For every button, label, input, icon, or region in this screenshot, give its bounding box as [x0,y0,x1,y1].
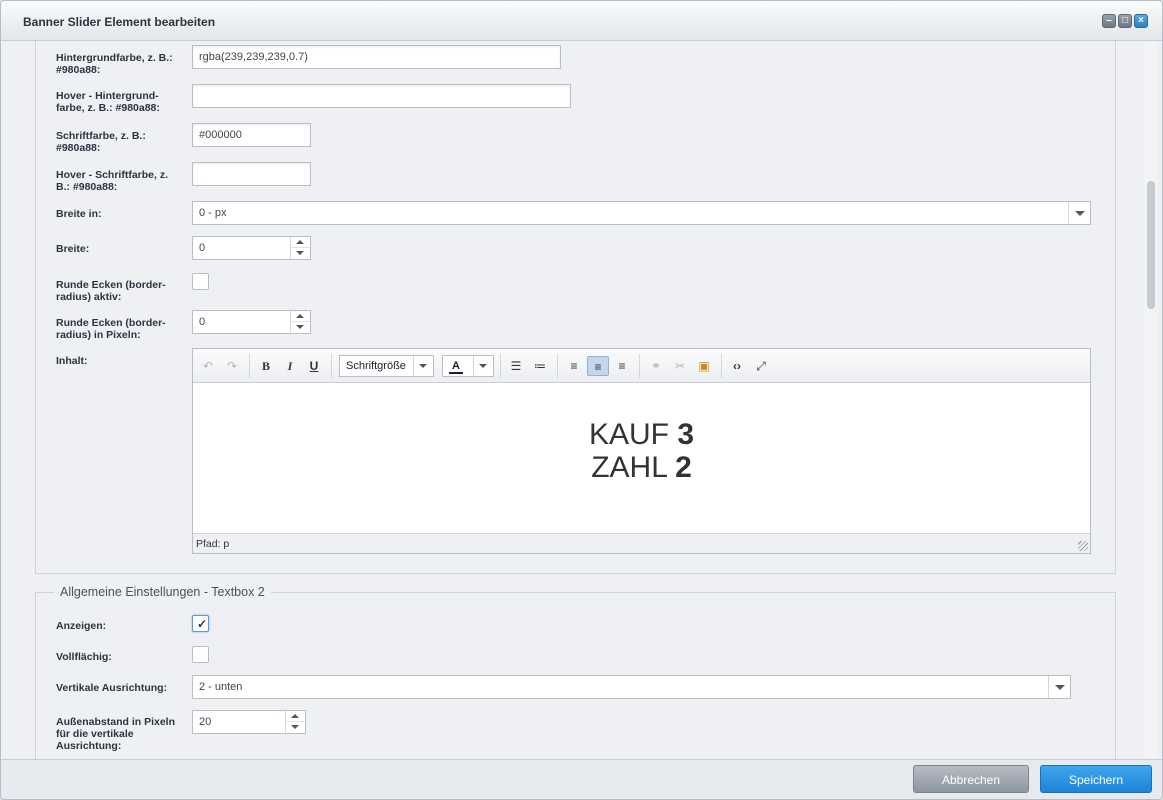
save-button[interactable]: Speichern [1040,765,1152,793]
dialog-window: Banner Slider Element bearbeiten – □ × H… [0,0,1163,800]
show-label: Anzeigen: [56,620,107,632]
increment-icon[interactable] [291,311,310,322]
show-checkbox[interactable]: ✓ [192,615,209,632]
toolbar-divider [500,354,501,378]
width-unit-select[interactable]: 0 - px [192,201,1091,225]
undo-icon[interactable]: ↶ [197,356,219,376]
toolbar-divider [249,354,250,378]
toolbar-divider [639,354,640,378]
underline-icon[interactable]: U [303,356,325,376]
margin-stepper[interactable]: 20 [192,710,306,734]
hover-bg-color-input[interactable] [192,84,571,108]
bold-icon[interactable]: B [255,356,277,376]
width-unit-value: 0 - px [199,207,227,219]
fullscreen-icon[interactable]: ⤢ [750,356,772,376]
scrollbar[interactable] [1144,41,1158,759]
align-left-icon[interactable]: ≡ [563,356,585,376]
rounded-active-label: Runde Ecken (border-radius) aktiv: [56,279,166,303]
text-color-select[interactable]: A [442,355,494,377]
image-icon[interactable]: ▣ [693,356,715,376]
full-area-label: Vollflächig: [56,651,112,663]
vertical-align-label: Vertikale Ausrichtung: [56,682,168,694]
title-bar[interactable]: Banner Slider Element bearbeiten – □ × [1,1,1162,41]
cancel-button[interactable]: Abbrechen [913,765,1029,793]
rounded-active-checkbox[interactable] [192,273,209,290]
toolbar-divider [721,354,722,378]
editor-line-1-text: KAUF [588,418,678,451]
editor-path: Pfad: p [196,538,230,550]
close-button[interactable]: × [1134,14,1148,28]
width-value: 0 [199,242,206,254]
bullet-list-icon[interactable]: ☰ [505,356,527,376]
editor-line-2: ZAHL 2 [193,451,1090,484]
minimize-icon: – [1106,15,1112,26]
margin-stepper-buttons [285,711,305,733]
align-right-icon[interactable]: ≡ [611,356,633,376]
chevron-down-icon [473,356,493,376]
close-icon: × [1138,15,1144,26]
content-label: Inhalt: [56,355,88,367]
rounded-px-stepper-buttons [290,311,310,333]
hover-font-color-label: Hover - Schriftfarbe, z. B.: #980a88: [56,169,169,193]
redo-icon[interactable]: ↷ [221,356,243,376]
decrement-icon[interactable] [286,722,305,733]
vertical-align-value: 2 - unten [199,681,243,693]
align-center-icon[interactable]: ≡ [587,356,609,376]
numbered-list-icon[interactable]: ≔ [529,356,551,376]
width-stepper-buttons [290,237,310,259]
rich-text-editor: ↶ ↷ B I U Schriftgröße A ☰ ≔ ≡ ≡ ≡ ⚭ ✂ ▣… [192,348,1091,554]
editor-line-2-text: ZAHL [591,451,676,484]
maximize-button[interactable]: □ [1118,14,1132,28]
rounded-px-value: 0 [199,316,206,328]
italic-icon[interactable]: I [279,356,301,376]
fieldset-legend: Allgemeine Einstellungen - Textbox 2 [54,585,271,599]
dialog-footer: Abbrechen Speichern [1,759,1162,799]
bg-color-label: Hintergrundfarbe, z. B.: #980a88: [56,52,173,76]
unlink-icon[interactable]: ✂ [669,356,691,376]
editor-line-1: KAUF 3 [193,418,1090,451]
margin-label: Außenabstand in Pixeln für die vertikale… [56,716,176,752]
editor-line-2-bold: 2 [675,451,692,484]
resize-handle-icon[interactable] [1078,541,1088,551]
toolbar-divider [557,354,558,378]
font-color-input[interactable]: #000000 [192,123,311,147]
increment-icon[interactable] [291,237,310,248]
maximize-icon: □ [1121,15,1129,26]
dialog-content: Hintergrundfarbe, z. B.: #980a88: rgba(2… [9,41,1143,759]
editor-content-area[interactable]: KAUF 3 ZAHL 2 [193,384,1090,533]
editor-path-bar: Pfad: p [193,533,1090,553]
code-icon[interactable]: ‹› [726,356,748,376]
toolbar-divider [331,354,332,378]
font-size-select-label: Schriftgröße [346,360,406,372]
rounded-px-label: Runde Ecken (border-radius) in Pixeln: [56,317,166,341]
dialog-title: Banner Slider Element bearbeiten [23,15,216,29]
chevron-down-icon [1068,202,1090,224]
width-label: Breite: [56,243,90,255]
checkmark-icon: ✓ [197,617,208,631]
width-stepper[interactable]: 0 [192,236,311,260]
vertical-align-select[interactable]: 2 - unten [192,675,1071,699]
text-color-icon: A [449,361,463,374]
minimize-button[interactable]: – [1102,14,1116,28]
hover-font-color-input[interactable] [192,162,311,186]
width-unit-label: Breite in: [56,208,102,220]
font-color-label: Schriftfarbe, z. B.: #980a88: [56,130,146,154]
full-area-checkbox[interactable] [192,646,209,663]
editor-line-1-bold: 3 [677,418,695,451]
increment-icon[interactable] [286,711,305,722]
decrement-icon[interactable] [291,248,310,259]
decrement-icon[interactable] [291,322,310,333]
editor-toolbar: ↶ ↷ B I U Schriftgröße A ☰ ≔ ≡ ≡ ≡ ⚭ ✂ ▣… [193,349,1090,383]
chevron-down-icon [1048,676,1070,698]
font-size-select[interactable]: Schriftgröße [339,355,434,377]
scrollbar-thumb[interactable] [1147,181,1155,309]
window-controls: – □ × [1102,14,1148,28]
bg-color-input[interactable]: rgba(239,239,239,0.7) [192,45,561,69]
link-icon[interactable]: ⚭ [645,356,667,376]
chevron-down-icon [413,356,433,376]
rounded-px-stepper[interactable]: 0 [192,310,311,334]
hover-bg-color-label: Hover - Hintergrund-farbe, z. B.: #980a8… [56,90,160,114]
margin-value: 20 [199,716,212,728]
